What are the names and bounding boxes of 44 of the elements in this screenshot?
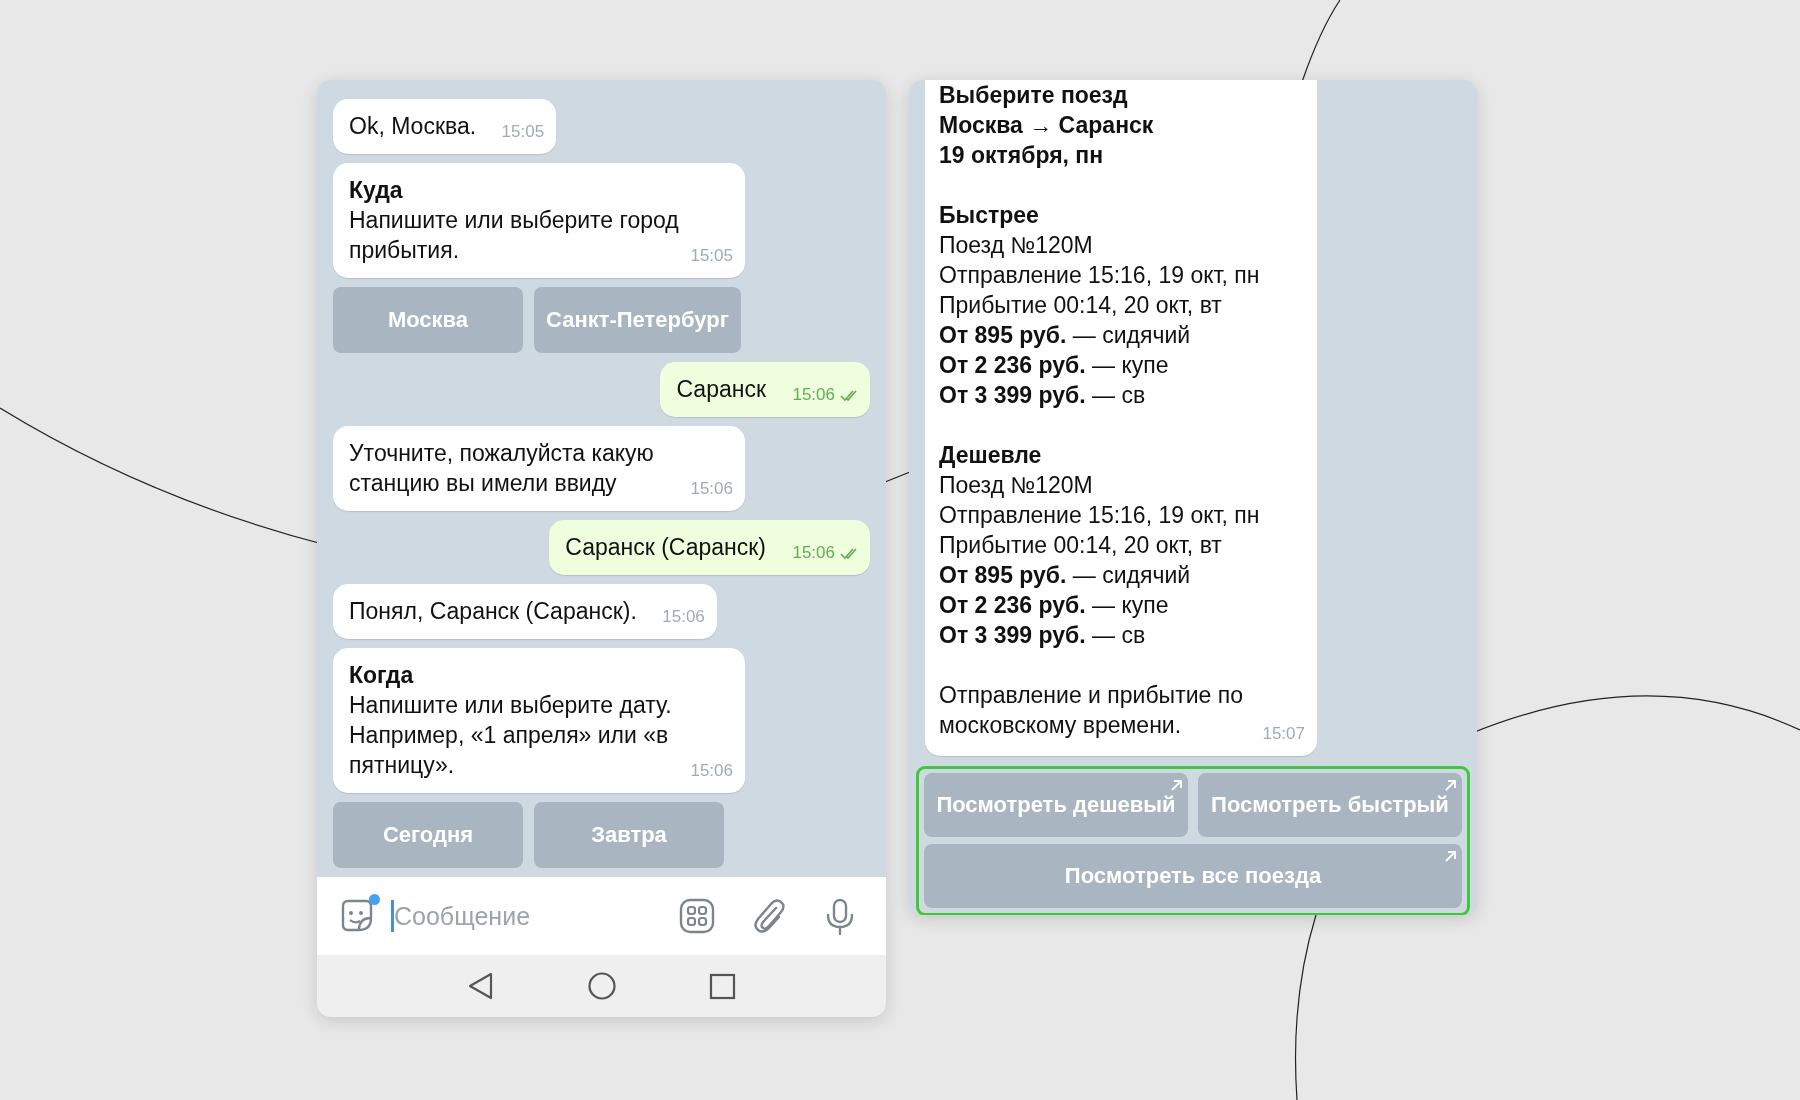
keyboard-button[interactable]: Санкт-Петербург bbox=[534, 287, 741, 353]
message-line: 19 октября, пн bbox=[939, 141, 1104, 170]
message-input[interactable]: Сообщение bbox=[394, 901, 664, 931]
message-line: Прибытие 00:14, 20 окт, вт bbox=[939, 291, 1222, 320]
message-line: Прибытие 00:14, 20 окт, вт bbox=[939, 531, 1222, 560]
message-time: 15:06 bbox=[792, 542, 835, 564]
message-line: От 2 236 руб. — купе bbox=[939, 351, 1169, 380]
keyboard-button[interactable]: Посмотреть дешевый bbox=[924, 773, 1188, 837]
keyboard-button[interactable]: Москва bbox=[333, 287, 523, 353]
message-line: Дешевле bbox=[939, 441, 1042, 470]
message-time: 15:05 bbox=[690, 245, 733, 267]
message-line: Москва → Саранск bbox=[939, 111, 1154, 140]
message-text: Понял, Саранск (Саранск). bbox=[349, 598, 637, 624]
message-line: Быстрее bbox=[939, 201, 1039, 230]
message-time: 15:06 bbox=[690, 478, 733, 500]
message-line: От 895 руб. — сидячий bbox=[939, 321, 1191, 350]
message-line: От 3 399 руб. — св bbox=[939, 381, 1146, 410]
message-time: 15:06 bbox=[690, 760, 733, 782]
keyboard-button[interactable]: Сегодня bbox=[333, 802, 523, 868]
message-line: Отправление и прибытие по bbox=[939, 681, 1243, 710]
keyboard-button[interactable]: Завтра bbox=[534, 802, 724, 868]
message-line: От 2 236 руб. — купе bbox=[939, 591, 1169, 620]
message-time: 15:06 bbox=[792, 384, 835, 406]
message-line: Поезд №120М bbox=[939, 471, 1093, 500]
message-title: Когда bbox=[349, 661, 415, 690]
message-text: Напишите или выберите дату. Например, «1 апреля» или «в пятницу». bbox=[349, 692, 672, 778]
message-line: От 895 руб. — сидячий bbox=[939, 561, 1191, 590]
message-text: Напишите или выберите город прибытия. bbox=[349, 207, 679, 263]
message-text: Уточните, пожалуйста какую станцию вы имели ввиду bbox=[349, 440, 654, 496]
message-line: Отправление 15:16, 19 окт, пн bbox=[939, 501, 1260, 530]
message-time: 15:07 bbox=[1262, 723, 1305, 745]
message-line: московскому времени. bbox=[939, 711, 1182, 740]
keyboard-button[interactable]: Посмотреть все поезда bbox=[924, 844, 1462, 908]
message-line: Поезд №120М bbox=[939, 231, 1093, 260]
message-text: Ok, Москва. bbox=[349, 113, 477, 139]
message-line: Выберите поезд bbox=[939, 81, 1128, 110]
message-text: Саранск (Саранск) bbox=[565, 534, 766, 560]
message-text: Саранск bbox=[676, 376, 766, 402]
keyboard-button[interactable]: Посмотреть быстрый bbox=[1198, 773, 1462, 837]
message-line: От 3 399 руб. — св bbox=[939, 621, 1146, 650]
message-line: Отправление 15:16, 19 окт, пн bbox=[939, 261, 1260, 290]
message-time: 15:05 bbox=[501, 121, 545, 143]
message-time: 15:06 bbox=[662, 606, 705, 628]
message-title: Куда bbox=[349, 176, 404, 205]
